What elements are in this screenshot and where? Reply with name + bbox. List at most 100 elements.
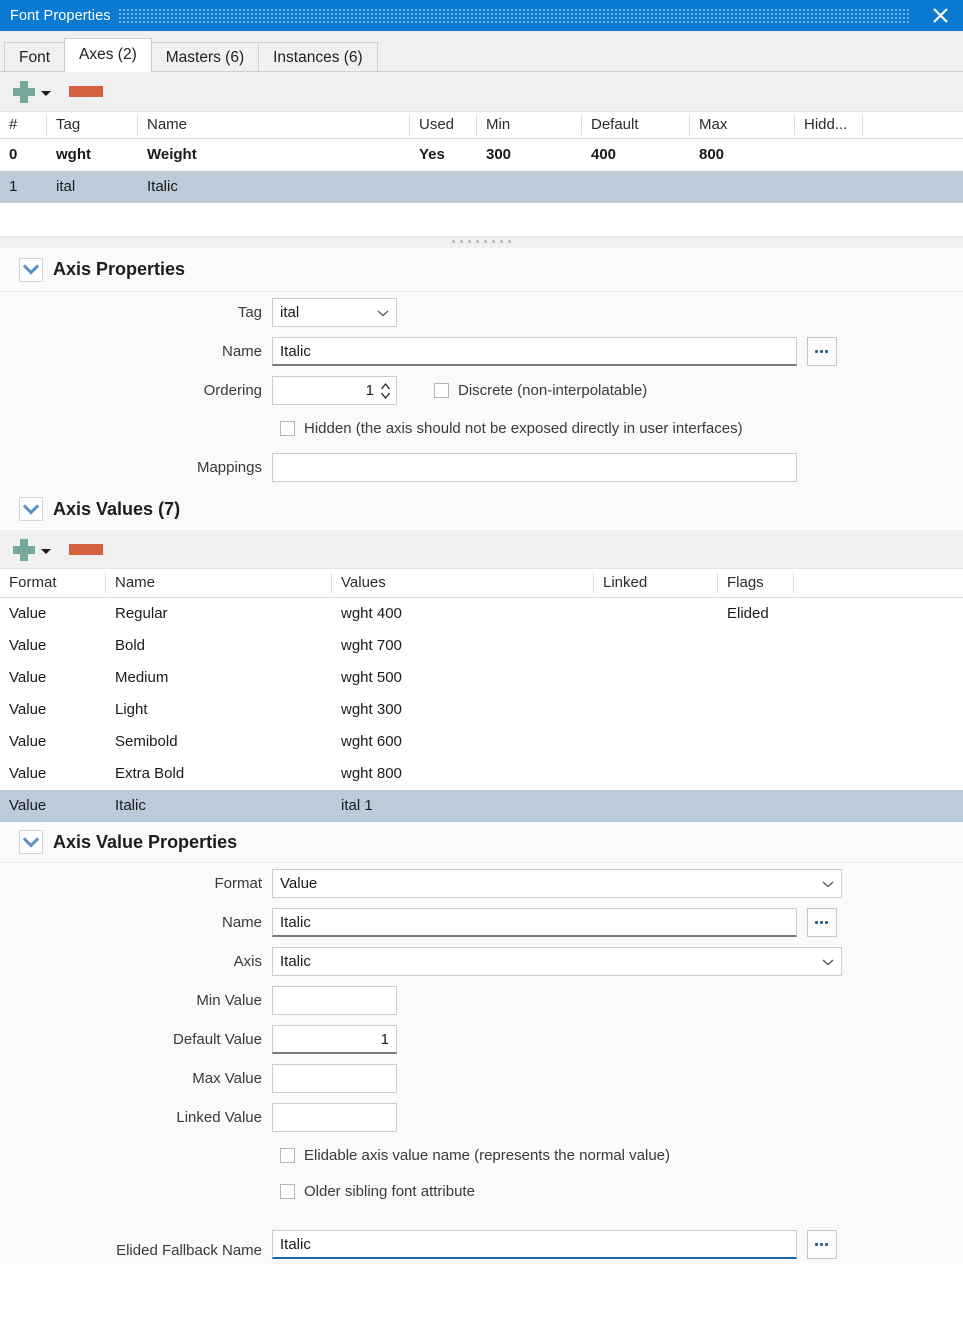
cell-name: Italic	[115, 797, 146, 814]
col-name[interactable]: Name	[138, 115, 410, 135]
hidden-checkbox[interactable]	[280, 421, 295, 436]
col-flags[interactable]: Flags	[718, 573, 794, 593]
elidable-checkbox[interactable]	[280, 1147, 295, 1163]
cell-format: Value	[9, 669, 47, 686]
table-row[interactable]: Value Italic ital 1	[0, 790, 963, 822]
plus-icon	[12, 538, 36, 562]
axis-values-toolbar	[0, 531, 963, 569]
value-name-browse-button[interactable]	[807, 908, 837, 937]
hidden-checkbox-row[interactable]: Hidden (the axis should not be exposed d…	[280, 420, 743, 437]
cell-values: ital 1	[341, 797, 373, 814]
mappings-label: Mappings	[196, 459, 262, 476]
axis-tag-select[interactable]: ital	[272, 297, 397, 327]
col-tag[interactable]: Tag	[47, 115, 138, 135]
splitter-grip-icon	[451, 240, 512, 245]
stepper-arrows-icon[interactable]	[379, 381, 392, 401]
ordering-stepper[interactable]: 1	[272, 376, 397, 405]
close-icon[interactable]	[917, 0, 963, 31]
axis-tag-value: ital	[280, 303, 300, 321]
elidable-checkbox-row[interactable]: Elidable axis value name (represents the…	[280, 1147, 670, 1164]
discrete-checkbox[interactable]	[434, 383, 449, 398]
cell-tag: wght	[56, 146, 91, 163]
tab-masters[interactable]: Masters (6)	[150, 42, 260, 71]
value-axis-select[interactable]: Italic	[272, 947, 842, 976]
axis-properties-form: Tag ital Name Italic Ordering 1 Discrete…	[0, 292, 963, 488]
max-value-input[interactable]	[272, 1064, 397, 1093]
table-row[interactable]: Value Bold wght 700	[0, 630, 963, 662]
linked-value-input[interactable]	[272, 1103, 397, 1132]
ellipsis-icon	[815, 350, 829, 353]
remove-axis-value-button[interactable]	[69, 544, 103, 555]
value-name-input[interactable]: Italic	[272, 908, 797, 937]
older-sibling-checkbox-row[interactable]: Older sibling font attribute	[280, 1183, 475, 1200]
cell-name: Bold	[115, 637, 146, 654]
col-max[interactable]: Max	[690, 115, 795, 135]
axis-values-table-header: Format Name Values Linked Flags	[0, 569, 963, 598]
remove-axis-button[interactable]	[69, 86, 103, 97]
axis-values-header[interactable]: Axis Values (7)	[0, 488, 963, 531]
max-value-label: Max Value	[192, 1070, 262, 1087]
elidable-label: Elidable axis value name (represents the…	[304, 1146, 671, 1164]
table-row[interactable]: Value Extra Bold wght 800	[0, 758, 963, 790]
col-min[interactable]: Min	[477, 115, 582, 135]
elided-fallback-name-browse-button[interactable]	[807, 1230, 837, 1259]
add-axis-button[interactable]	[12, 80, 51, 104]
value-format-select[interactable]: Value	[272, 868, 842, 898]
col-index[interactable]: #	[0, 115, 47, 135]
cell-name: Semibold	[115, 733, 178, 750]
col-linked[interactable]: Linked	[594, 573, 718, 593]
chevron-down-icon[interactable]	[41, 549, 51, 554]
axis-value-properties-form: Format Value Name Italic Axis Italic Min…	[0, 863, 963, 1265]
mappings-input[interactable]	[272, 453, 797, 482]
panel-splitter[interactable]	[0, 236, 963, 248]
cell-name: Regular	[115, 605, 168, 622]
col-format[interactable]: Format	[0, 573, 106, 593]
col-values[interactable]: Values	[332, 573, 594, 593]
table-row[interactable]: 1 ital Italic	[0, 171, 963, 203]
table-row[interactable]: Value Medium wght 500	[0, 662, 963, 694]
tab-instances[interactable]: Instances (6)	[258, 42, 378, 71]
window-titlebar: Font Properties	[0, 0, 963, 31]
elided-fallback-name-input[interactable]: Italic	[272, 1230, 797, 1259]
chevron-down-icon[interactable]	[41, 91, 51, 96]
discrete-checkbox-row[interactable]: Discrete (non-interpolatable)	[434, 382, 647, 399]
chevron-down-icon	[822, 953, 834, 970]
axes-table: # Tag Name Used Min Default Max Hidd... …	[0, 112, 963, 236]
axis-name-input[interactable]: Italic	[272, 337, 797, 366]
axis-name-browse-button[interactable]	[807, 337, 837, 366]
table-row[interactable]: Value Regular wght 400 Elided	[0, 598, 963, 630]
section-title: Axis Properties	[53, 259, 186, 279]
col-hidden[interactable]: Hidd...	[795, 115, 863, 135]
value-name-value: Italic	[280, 913, 311, 931]
cell-min: 300	[486, 146, 512, 163]
cell-name: Light	[115, 701, 148, 718]
min-value-input[interactable]	[272, 986, 397, 1015]
hidden-label: Hidden (the axis should not be exposed d…	[304, 420, 743, 437]
col-default[interactable]: Default	[582, 115, 690, 135]
elided-fallback-name-value: Italic	[280, 1235, 311, 1253]
col-filler	[794, 573, 963, 593]
col-name[interactable]: Name	[106, 573, 332, 593]
chevron-down-icon[interactable]	[19, 497, 43, 521]
older-sibling-checkbox[interactable]	[280, 1183, 295, 1199]
add-axis-value-button[interactable]	[12, 538, 51, 562]
chevron-down-icon[interactable]	[19, 257, 43, 282]
axis-value-properties-header[interactable]: Axis Value Properties	[0, 822, 963, 863]
col-used[interactable]: Used	[410, 115, 477, 135]
table-row[interactable]: Value Light wght 300	[0, 694, 963, 726]
table-row[interactable]: Value Semibold wght 600	[0, 726, 963, 758]
cell-values: wght 800	[341, 765, 402, 782]
value-axis-value: Italic	[280, 953, 311, 970]
tab-axes[interactable]: Axes (2)	[64, 38, 152, 72]
axis-properties-header[interactable]: Axis Properties	[0, 248, 963, 292]
table-row[interactable]: 0 wght Weight Yes 300 400 800	[0, 139, 963, 171]
chevron-down-icon[interactable]	[19, 830, 43, 854]
cell-values: wght 600	[341, 733, 402, 750]
cell-format: Value	[9, 605, 47, 622]
tab-font[interactable]: Font	[4, 42, 66, 71]
section-title: Axis Value Properties	[53, 831, 238, 852]
default-value-input[interactable]: 1	[272, 1025, 397, 1054]
axes-toolbar	[0, 72, 963, 112]
cell-values: wght 700	[341, 637, 402, 654]
col-filler	[863, 115, 963, 135]
